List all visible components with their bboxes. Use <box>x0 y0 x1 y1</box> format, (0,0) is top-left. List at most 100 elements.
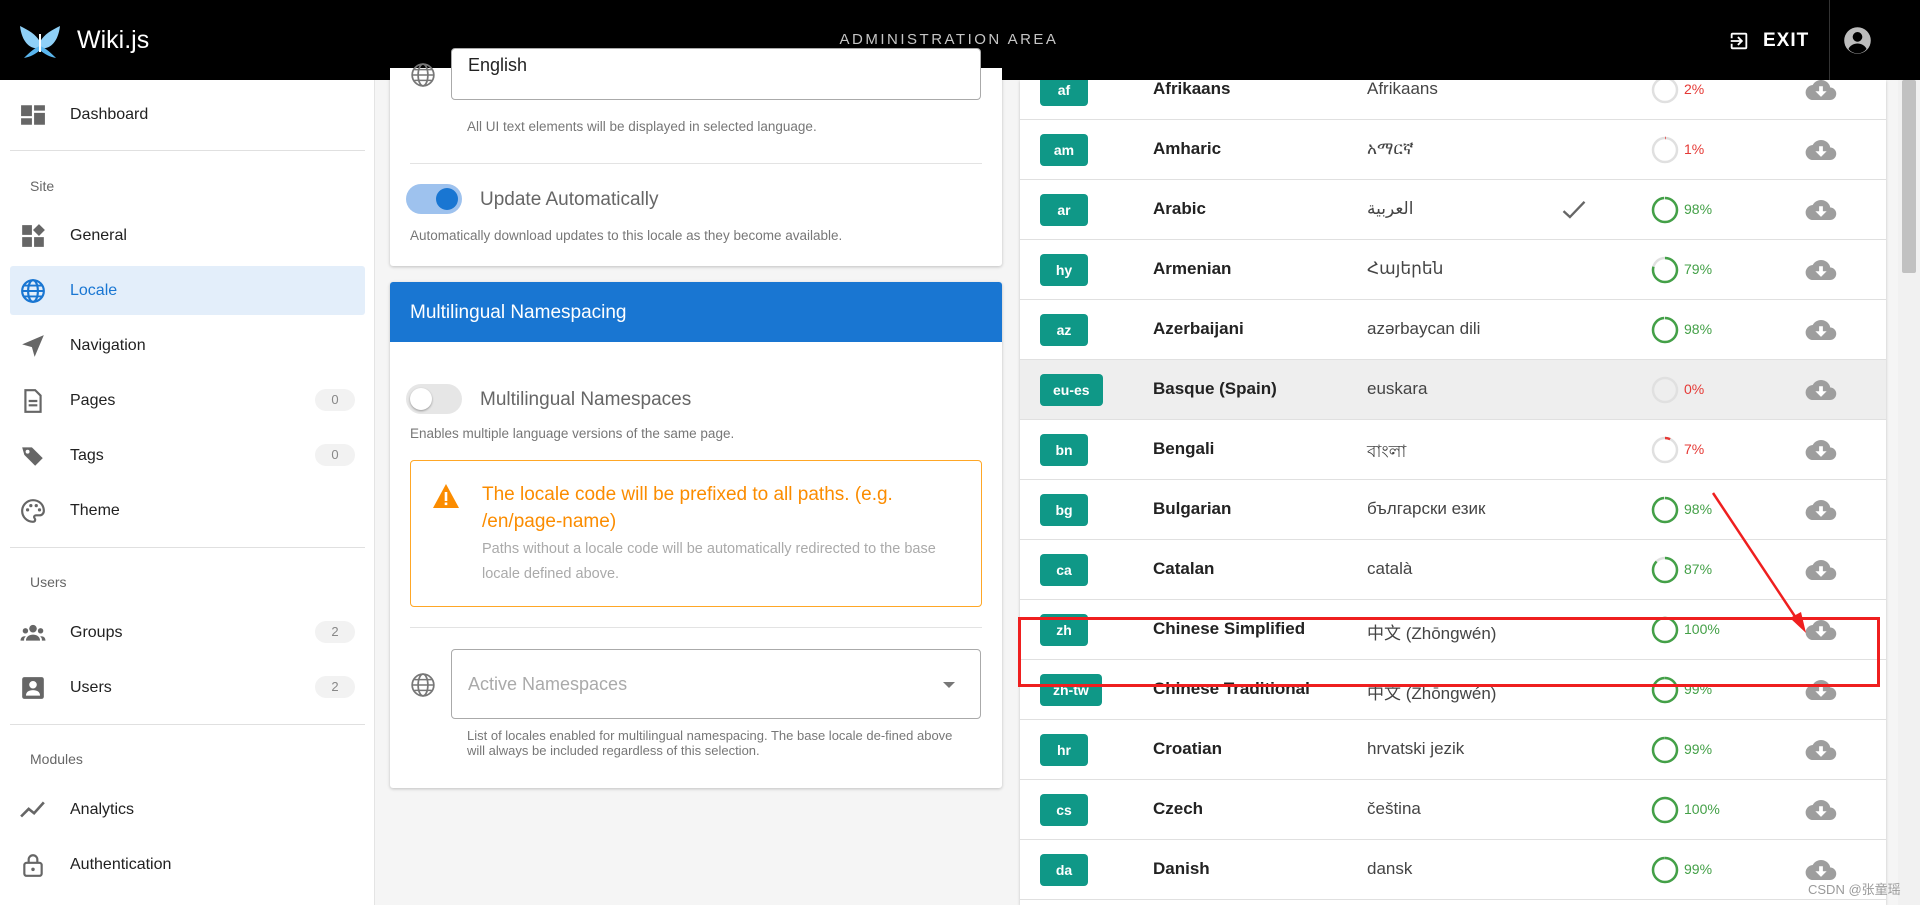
translation-progress-ring <box>1651 256 1679 284</box>
sidebar-item-locale[interactable]: Locale <box>10 266 365 315</box>
namespacing-card: Multilingual Namespacing Multilingual Na… <box>390 282 1002 788</box>
translation-progress-ring <box>1651 496 1679 524</box>
page-scrollbar[interactable] <box>1898 80 1920 905</box>
exit-button[interactable]: EXIT <box>1728 26 1809 56</box>
translation-percent: 98% <box>1684 201 1713 217</box>
site-locale-select[interactable]: English <box>451 48 981 100</box>
locale-row[interactable]: cs Czech čeština 100% <box>1020 780 1886 840</box>
sidebar-item-label: Groups <box>70 624 123 641</box>
translation-percent: 99% <box>1684 861 1713 877</box>
warning-icon <box>433 484 459 508</box>
translation-percent: 1% <box>1684 141 1705 157</box>
translation-progress-ring <box>1651 316 1679 344</box>
document-icon <box>24 389 42 413</box>
toggle-thumb <box>410 388 432 410</box>
locale-row[interactable]: am Amharic አማርኛ 1% <box>1020 120 1886 180</box>
sidebar-item-navigation[interactable]: Navigation <box>10 321 365 370</box>
sidebar-divider <box>10 724 365 725</box>
active-namespaces-select[interactable]: Active Namespaces <box>451 649 981 719</box>
locale-row[interactable]: eu-es Basque (Spain) euskara 0% <box>1020 360 1886 420</box>
locale-name: Afrikaans <box>1153 80 1231 98</box>
sidebar-section-site: Site <box>30 178 55 194</box>
sidebar-item-pages[interactable]: Pages 0 <box>10 376 365 425</box>
chevron-down-icon <box>943 682 955 688</box>
locale-code-chip: ca <box>1040 554 1088 586</box>
locale-native-name: dansk <box>1367 859 1413 878</box>
locale-code-chip: eu-es <box>1040 374 1103 406</box>
cloud-download-icon[interactable] <box>1805 135 1837 165</box>
locale-code-chip: hr <box>1040 734 1088 766</box>
translation-progress-ring <box>1651 136 1679 164</box>
cloud-download-icon[interactable] <box>1805 375 1837 405</box>
page-title: ADMINISTRATION AREA <box>839 31 1059 48</box>
dashboard-icon <box>21 105 45 125</box>
globe-icon <box>411 63 435 87</box>
auto-update-hint: Automatically download updates to this l… <box>410 228 843 243</box>
translation-progress-ring <box>1651 796 1679 824</box>
cloud-download-icon[interactable] <box>1805 255 1837 285</box>
card-divider <box>410 163 982 164</box>
locale-code-chip: bn <box>1040 434 1088 466</box>
pages-count-badge: 0 <box>315 389 355 411</box>
account-circle-icon[interactable] <box>1843 26 1872 55</box>
translation-percent: 87% <box>1684 561 1713 577</box>
sidebar-item-label: Authentication <box>70 856 172 873</box>
locale-row[interactable]: az Azerbaijani azərbaycan dili 98% <box>1020 300 1886 360</box>
tags-count-badge: 0 <box>315 444 355 466</box>
cloud-download-icon[interactable] <box>1805 315 1837 345</box>
sidebar-item-dashboard[interactable]: Dashboard <box>10 90 365 139</box>
locale-row[interactable]: hy Armenian Հայերեն 79% <box>1020 240 1886 300</box>
tags-icon <box>22 447 43 466</box>
locale-code-chip: af <box>1040 80 1088 106</box>
sidebar-item-label: Tags <box>70 447 104 464</box>
locale-name: Catalan <box>1153 559 1215 578</box>
translation-percent: 0% <box>1684 381 1705 397</box>
watermark: CSDN @张童瑶 <box>1808 882 1901 897</box>
locale-row[interactable]: bg Bulgarian български език 98% <box>1020 480 1886 540</box>
auto-update-toggle[interactable] <box>406 184 462 214</box>
annotation-highlight-box <box>1018 617 1880 687</box>
sidebar-item-groups[interactable]: Groups 2 <box>10 608 365 657</box>
sidebar-item-analytics[interactable]: Analytics <box>10 785 365 834</box>
locale-row[interactable]: af Afrikaans Afrikaans 2% <box>1020 80 1886 120</box>
translation-percent: 7% <box>1684 441 1705 457</box>
cloud-download-icon[interactable] <box>1805 195 1837 225</box>
cloud-download-icon[interactable] <box>1805 495 1837 525</box>
chart-line-icon <box>20 801 45 818</box>
locale-native-name: Հայերեն <box>1367 259 1444 278</box>
sidebar-item-theme[interactable]: Theme <box>10 486 365 535</box>
translation-percent: 2% <box>1684 81 1705 97</box>
locale-row[interactable]: hr Croatian hrvatski jezik 99% <box>1020 720 1886 780</box>
navigation-arrow-icon <box>22 335 44 357</box>
cloud-download-icon[interactable] <box>1805 435 1837 465</box>
scrollbar-thumb[interactable] <box>1902 80 1916 273</box>
translation-progress-ring <box>1651 736 1679 764</box>
sidebar-item-tags[interactable]: Tags 0 <box>10 431 365 480</box>
locale-row[interactable]: ca Catalan català 87% <box>1020 540 1886 600</box>
user-box-icon <box>22 677 44 699</box>
cloud-download-icon[interactable] <box>1805 80 1837 105</box>
multilingual-namespaces-hint: Enables multiple language versions of th… <box>410 426 735 441</box>
locale-name: Armenian <box>1153 259 1232 278</box>
cloud-download-icon[interactable] <box>1805 555 1837 585</box>
cloud-download-icon[interactable] <box>1805 735 1837 765</box>
locale-name: Danish <box>1153 859 1210 878</box>
translation-percent: 100% <box>1684 801 1720 817</box>
users-count-badge: 2 <box>315 676 355 698</box>
locale-native-name: Afrikaans <box>1367 80 1438 98</box>
sidebar-item-authentication[interactable]: Authentication <box>10 840 365 889</box>
sidebar-item-users[interactable]: Users 2 <box>10 663 365 712</box>
sidebar-item-general[interactable]: General <box>10 211 365 260</box>
multilingual-namespaces-toggle[interactable] <box>406 384 462 414</box>
sidebar-divider <box>10 150 365 151</box>
groups-icon <box>20 624 46 641</box>
locale-row[interactable]: bn Bengali বাংলা 7% <box>1020 420 1886 480</box>
locale-row[interactable]: da Danish dansk 99% <box>1020 840 1886 900</box>
lock-icon <box>23 854 43 877</box>
cloud-download-icon[interactable] <box>1805 795 1837 825</box>
locale-code-chip: hy <box>1040 254 1088 286</box>
dashboard-grid-icon <box>22 224 45 247</box>
globe-icon <box>21 279 45 303</box>
toggle-thumb <box>436 188 458 210</box>
locale-row[interactable]: ar Arabic العربية 98% <box>1020 180 1886 240</box>
